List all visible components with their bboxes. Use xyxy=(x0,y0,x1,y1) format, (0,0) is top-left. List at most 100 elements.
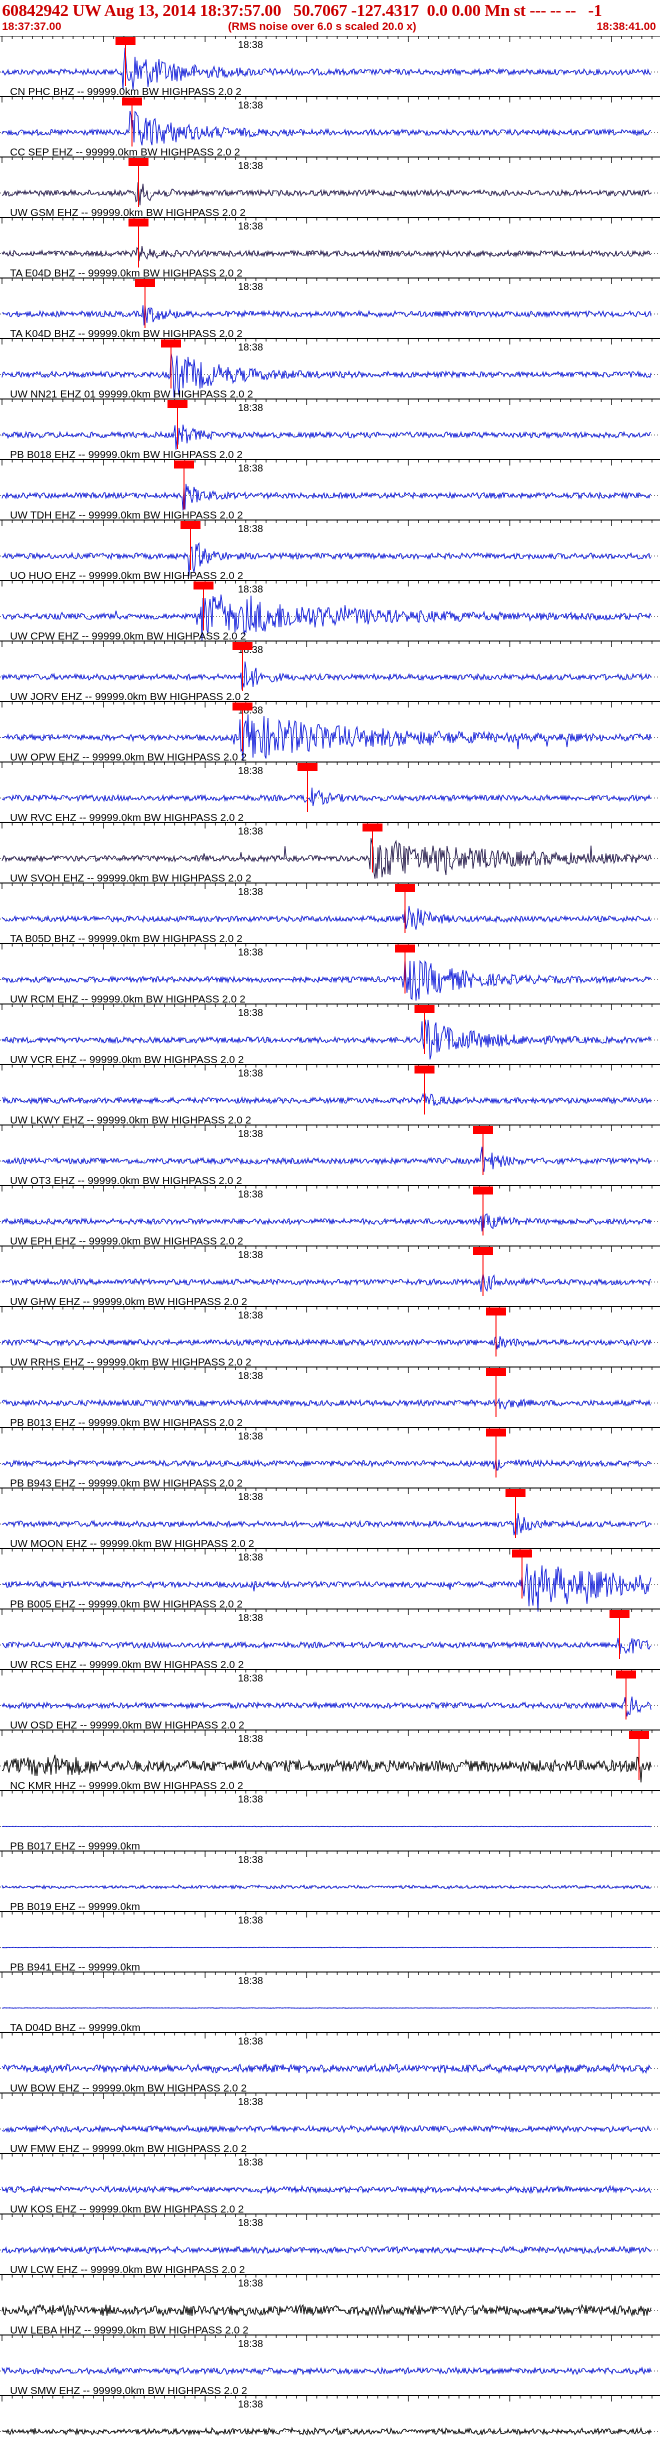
minute-label: 18:38 xyxy=(238,2279,263,2290)
pick-flag xyxy=(167,400,188,408)
pick-flag xyxy=(505,1489,526,1497)
trace-panel: 18:38TA E04D BHZ -- 99999.0km BW HIGHPAS… xyxy=(0,217,660,280)
trace-panel: 18:38CN PHC BHZ -- 99999.0km BW HIGHPASS… xyxy=(0,36,660,98)
start-time: 18:37:37.00 xyxy=(2,21,62,33)
waveform xyxy=(1,905,652,930)
trace-panel: 18:38UW EPH EHZ -- 99999.0km BW HIGHPASS… xyxy=(0,1185,660,1248)
minute-label: 18:38 xyxy=(238,1129,263,1140)
pick-flag xyxy=(473,1126,493,1134)
minute-label: 18:38 xyxy=(238,1250,263,1261)
end-time: 18:38:41.00 xyxy=(596,21,656,33)
minute-label: 18:38 xyxy=(238,1734,263,1745)
pick-flag xyxy=(629,1731,649,1739)
waveform xyxy=(1,1696,652,1717)
trace-panel: 18:38UW LKWY EHZ -- 99999.0km BW HIGHPAS… xyxy=(0,1064,660,1127)
trace-panel: 18:38UW RCS EHZ -- 99999.0km BW HIGHPASS… xyxy=(0,1608,660,1671)
time-ticks xyxy=(1,36,653,42)
event-title: 60842942 UW Aug 13, 2014 18:37:57.00 50.… xyxy=(2,1,602,20)
minute-label: 18:38 xyxy=(238,464,263,475)
pick-flag xyxy=(512,1549,532,1558)
pick-flag xyxy=(362,823,383,832)
trace-panel: 18:38UW RCM EHZ -- 99999.0km BW HIGHPASS… xyxy=(0,943,660,1006)
pick-flag xyxy=(616,1670,636,1679)
pick-flag xyxy=(128,158,149,166)
trace-panel: 18:38UW MOON EHZ -- 99999.0km BW HIGHPAS… xyxy=(0,1487,660,1550)
minute-label: 18:38 xyxy=(238,1432,263,1443)
trace-panel: 18:38PB B018 EHZ -- 99999.0km BW HIGHPAS… xyxy=(0,398,660,461)
waveform xyxy=(1,1513,652,1536)
pick-flag xyxy=(161,339,181,348)
waveform xyxy=(1,424,652,450)
trace-panel: 18:38PB B943 EHZ -- 99999.0km BW HIGHPAS… xyxy=(0,1427,660,1490)
trace-panel: 18:38PB B013 EHZ -- 99999.0km BW HIGHPAS… xyxy=(0,1366,660,1429)
waveform xyxy=(1,1092,652,1106)
trace-panel: 18:38PB B005 EHZ -- 99999.0km BW HIGHPAS… xyxy=(0,1548,660,1612)
pick-flag xyxy=(486,1428,506,1437)
waveform xyxy=(1,1458,652,1471)
trace-panel: 18:38UW NN21 EHZ 01 99999.0km BW HIGHPAS… xyxy=(0,338,660,401)
trace-panel: 18:38UW LEBA HHZ -- 99999.0km BW HIGHPAS… xyxy=(0,2274,660,2337)
minute-label: 18:38 xyxy=(238,585,263,596)
minute-label: 18:38 xyxy=(238,1190,263,1201)
minute-label: 18:38 xyxy=(238,1069,263,1080)
trace-panel: 18:38UW LCW EHZ -- 99999.0km BW HIGHPASS… xyxy=(0,2213,660,2276)
minute-label: 18:38 xyxy=(238,2037,263,2048)
minute-label: 18:38 xyxy=(238,403,263,414)
waveform xyxy=(1,1754,652,1783)
minute-label: 18:38 xyxy=(238,2218,263,2229)
pick-flag xyxy=(297,763,318,771)
rms-note: (RMS noise over 6.0 s scaled 20.0 x) xyxy=(228,21,417,33)
trace-panel: 18:38UW GHW EHZ -- 99999.0km BW HIGHPASS… xyxy=(0,1245,660,1308)
minute-label: 18:38 xyxy=(238,2158,263,2169)
pick-flag xyxy=(473,1247,493,1255)
trace-panel: 18:38UW RRHS EHZ -- 99999.0km BW HIGHPAS… xyxy=(0,1306,660,1369)
minute-label: 18:38 xyxy=(238,1553,263,1564)
minute-label: 18:38 xyxy=(238,766,263,777)
pick-flag xyxy=(174,460,194,469)
trace-panel: 18:38UW SMW EHZ -- 99999.0km BW HIGHPASS… xyxy=(0,2334,660,2397)
waveform xyxy=(1,787,652,807)
pick-flag xyxy=(414,1005,435,1013)
pick-flag xyxy=(115,37,136,45)
minute-label: 18:38 xyxy=(238,222,263,233)
minute-label: 18:38 xyxy=(238,948,263,959)
trace-panel: 18:38UW RVC EHZ -- 99999.0km BW HIGHPASS… xyxy=(0,761,660,824)
trace-panel: 18:38PB B941 EHZ -- 99999.0km xyxy=(0,1911,660,1974)
minute-label: 18:38 xyxy=(238,2400,263,2411)
waveform xyxy=(1,1884,652,1890)
minute-label: 18:38 xyxy=(238,101,263,112)
trace-panel: 18:38PB B019 EHZ -- 99999.0km xyxy=(0,1850,660,1913)
pick-flag xyxy=(232,642,253,650)
trace-panel: 18:38UW OPW EHZ -- 99999.0km BW HIGHPASS… xyxy=(0,701,660,764)
pick-flag xyxy=(609,1610,630,1618)
trace-panel: 18:38UW FMW EHZ -- 99999.0km BW HIGHPASS… xyxy=(0,2092,660,2155)
waveform xyxy=(1,2062,652,2075)
trace-panel: 18:38NC KMR HHZ -- 99999.0km BW HIGHPASS… xyxy=(0,1729,660,1792)
waveform xyxy=(1,661,652,690)
minute-label: 18:38 xyxy=(238,1674,263,1685)
trace-panel: 18:38UW VCR EHZ -- 99999.0km BW HIGHPASS… xyxy=(0,1003,660,1066)
trace-panel: 18:38TA K04D BHZ -- 99999.0km BW HIGHPAS… xyxy=(0,277,660,340)
pick-flag xyxy=(486,1307,506,1316)
trace-panel: 18:38UW OT3 EHZ -- 99999.0km BW HIGHPASS… xyxy=(0,1124,660,1187)
minute-label: 18:38 xyxy=(238,343,263,354)
minute-label: 18:38 xyxy=(238,1613,263,1624)
minute-label: 18:38 xyxy=(238,1311,263,1322)
pick-flag xyxy=(486,1368,506,1376)
trace-panel: 18:38UW TDH EHZ -- 99999.0km BW HIGHPASS… xyxy=(0,459,660,522)
waveform xyxy=(1,1273,652,1292)
trace-panel: 18:38UW OSD EHZ -- 99999.0km BW HIGHPASS… xyxy=(0,1669,660,1732)
pick-flag xyxy=(180,521,201,529)
pick-flag xyxy=(395,944,415,953)
trace-panel: 18:38UW STOR HHZ -- 99999.0km BW HIGHPAS… xyxy=(0,2395,660,2436)
trace-panel: 18:38UO HUO EHZ -- 99999.0km BW HIGHPASS… xyxy=(0,519,660,582)
minute-label: 18:38 xyxy=(238,1008,263,1019)
waveform xyxy=(2,1637,652,1655)
trace-panel: 18:38UW KOS EHZ -- 99999.0km BW HIGHPASS… xyxy=(0,2153,660,2216)
minute-label: 18:38 xyxy=(238,827,263,838)
minute-label: 18:38 xyxy=(238,1976,263,1987)
minute-label: 18:38 xyxy=(238,1371,263,1382)
minute-label: 18:38 xyxy=(238,887,263,898)
waveform xyxy=(1,483,652,511)
pick-flag xyxy=(128,218,149,227)
